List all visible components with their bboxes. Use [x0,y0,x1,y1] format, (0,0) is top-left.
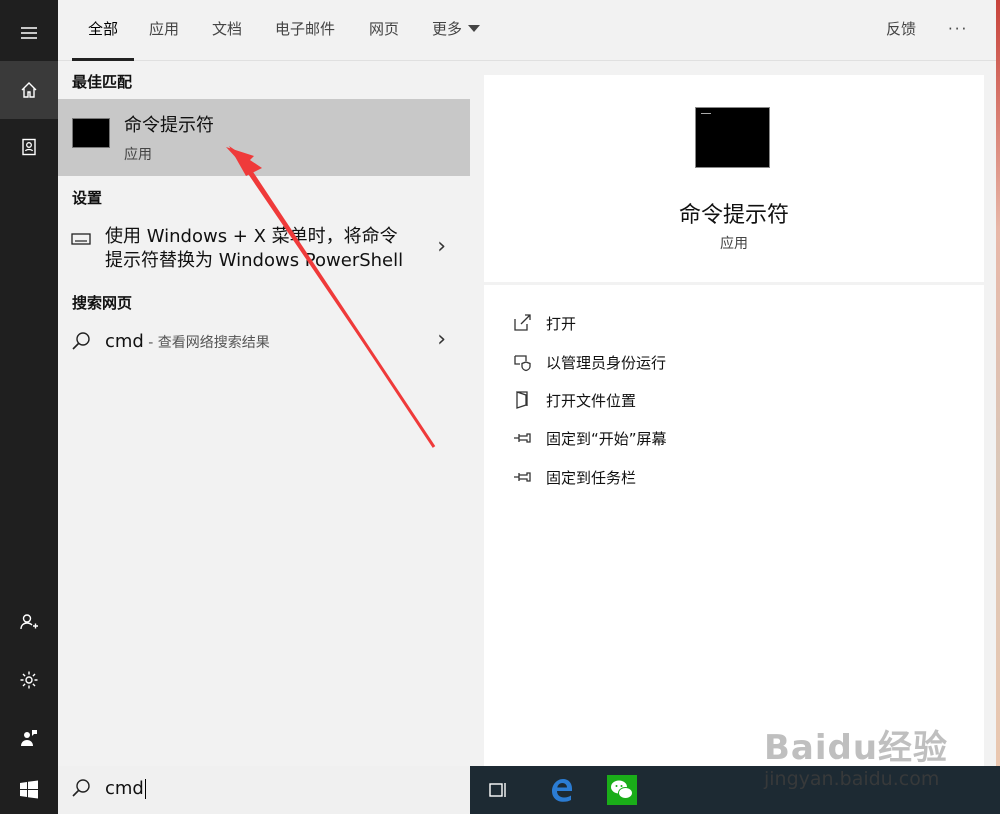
edge-browser-icon [552,779,572,802]
shield-icon [514,355,531,372]
search-box[interactable]: cmd [58,766,470,814]
side-rail [0,0,58,766]
tab-web[interactable]: 网页 [369,0,399,61]
home-icon [21,82,37,98]
tab-apps[interactable]: 应用 [149,0,179,61]
action-run-as-admin-label: 以管理员身份运行 [546,353,667,372]
start-button[interactable] [0,766,58,814]
task-view-button[interactable] [480,772,516,808]
desktop-wallpaper-edge [996,0,1000,766]
command-prompt-icon [72,118,110,148]
command-prompt-icon [695,107,770,168]
settings-button[interactable] [0,651,58,709]
documents-button[interactable] [0,118,58,176]
home-button[interactable] [0,61,58,119]
person-feedback-icon [21,730,37,746]
pin-icon [514,472,531,482]
action-open-file-location[interactable]: 打开文件位置 [512,388,636,412]
best-match-name: 命令提示符 [124,115,214,136]
menu-button[interactable] [0,4,58,62]
watermark-brand: Baidu经验 [764,728,949,768]
search-input-value: cmd [105,778,144,799]
open-icon [514,314,531,331]
results-panel: 最佳匹配 命令提示符 应用 设置 使用 Windows + X 菜单时，将命令 … [58,61,470,766]
tab-more[interactable]: 更多 [432,0,481,61]
action-run-as-admin[interactable]: 以管理员身份运行 [512,350,666,374]
action-pin-to-taskbar[interactable]: 固定到任务栏 [512,465,636,489]
tab-documents[interactable]: 文档 [212,0,242,61]
more-options-button[interactable]: ··· [948,0,968,61]
best-match-type: 应用 [124,147,152,163]
detail-title: 命令提示符 [678,203,789,228]
search-web-heading: 搜索网页 [72,294,133,312]
keyboard-icon [71,233,91,245]
action-pin-to-start-label: 固定到“开始”屏幕 [546,429,667,448]
action-open-file-location-label: 打开文件位置 [546,391,637,410]
file-location-icon [516,391,528,409]
setting-item-line2: 提示符替换为 Windows PowerShell [105,250,404,271]
action-open[interactable]: 打开 [512,311,576,335]
notebook-icon [22,138,36,156]
account-button[interactable] [0,593,58,651]
search-icon [72,779,90,797]
tab-all[interactable]: 全部 [71,0,135,61]
hamburger-icon [21,27,37,39]
windows-logo-icon [20,780,38,799]
edge-browser-button[interactable] [540,772,584,808]
web-search-item[interactable]: cmd - 查看网络搜索结果 › [58,327,470,359]
text-cursor [144,779,146,799]
add-user-icon [20,614,38,630]
watermark-url: jingyan.baidu.com [764,768,940,790]
best-match-heading: 最佳匹配 [72,73,133,91]
detail-subtitle: 应用 [720,236,748,252]
app-detail-panel: 命令提示符 应用 打开 以管理员身份运行 打开文件位置 固定到“开始”屏幕 固定… [484,75,984,766]
feedback-hub-button[interactable] [0,709,58,767]
wechat-button[interactable] [600,772,644,808]
action-open-label: 打开 [546,314,577,333]
web-query: cmd [105,331,144,352]
action-pin-to-start[interactable]: 固定到“开始”屏幕 [512,426,667,450]
setting-item-line1: 使用 Windows + X 菜单时，将命令 [105,226,398,247]
filter-tabs: 全部 应用 文档 电子邮件 网页 更多 反馈 ··· [58,0,996,61]
pin-icon [514,433,531,443]
tab-email[interactable]: 电子邮件 [275,0,335,61]
settings-heading: 设置 [72,189,103,207]
chevron-right-icon: › [437,234,446,259]
gear-icon [20,671,38,689]
tab-more-label: 更多 [432,20,463,38]
wechat-icon [607,775,637,805]
feedback-button[interactable]: 反馈 [886,0,916,61]
setting-item[interactable]: 使用 Windows + X 菜单时，将命令 提示符替换为 Windows Po… [58,223,470,279]
best-match-item[interactable]: 命令提示符 应用 [58,99,470,176]
baidu-watermark: Baidu经验 jingyan.baidu.com [764,706,994,796]
chevron-right-icon: › [437,327,446,352]
action-pin-to-taskbar-label: 固定到任务栏 [546,468,637,487]
search-icon [72,332,90,350]
app-detail-header: 命令提示符 应用 [484,75,984,285]
task-view-icon [489,783,506,797]
web-search-hint: - 查看网络搜索结果 [143,335,270,351]
chevron-down-icon [468,24,481,32]
